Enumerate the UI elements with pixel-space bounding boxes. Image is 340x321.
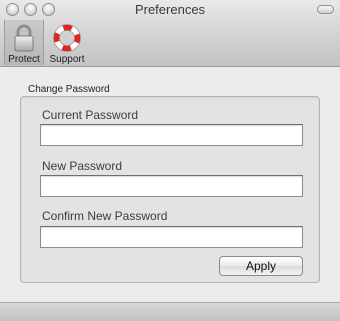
new-password-field[interactable] [40,175,303,197]
confirm-new-password-label: Confirm New Password [42,209,168,223]
toolbar-item-support-label: Support [49,54,85,65]
title-bar: Preferences Protect Support [0,0,340,67]
lock-icon [14,24,34,52]
apply-button[interactable]: Apply [219,256,303,276]
confirm-new-password-field[interactable] [40,226,303,248]
new-password-label: New Password [42,159,123,173]
current-password-field[interactable] [40,124,303,146]
toolbar-item-protect-label: Protect [8,54,40,65]
current-password-label: Current Password [42,108,139,122]
window-title: Preferences [134,2,206,17]
toolbar-toggle-button[interactable] [317,5,334,14]
preferences-window: Preferences Protect Support Change Passw… [0,0,340,321]
change-password-group-title: Change Password [28,84,110,95]
bottom-bar [0,302,340,321]
toolbar-item-protect[interactable]: Protect [4,20,44,65]
lifebuoy-icon [53,24,81,52]
toolbar-item-support[interactable]: Support [46,20,88,65]
